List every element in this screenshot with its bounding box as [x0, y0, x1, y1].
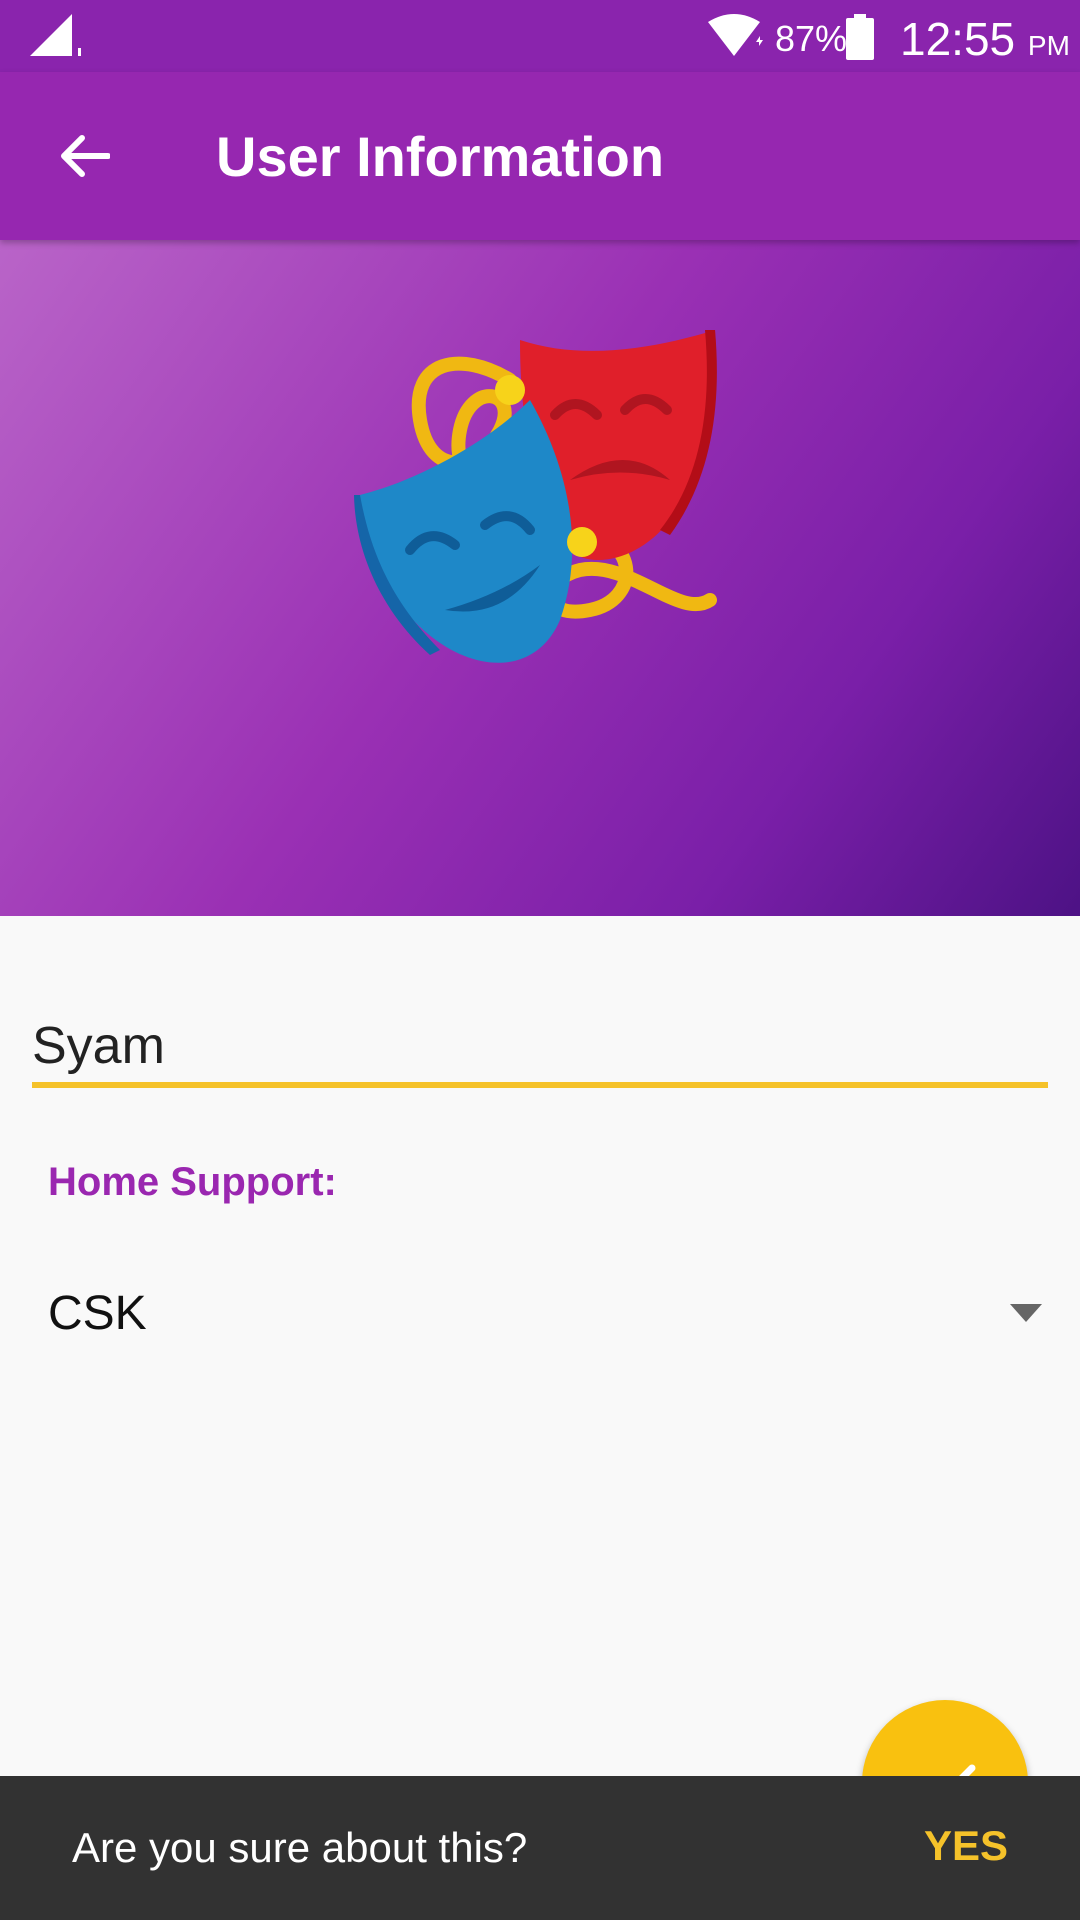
- status-bar: 87% 12:55 PM: [0, 0, 1080, 72]
- battery-icon: [846, 14, 874, 60]
- name-field-underline: [32, 1082, 1048, 1088]
- back-button[interactable]: [42, 114, 126, 198]
- home-support-dropdown[interactable]: CSK: [32, 1270, 1048, 1360]
- theater-masks-icon: [354, 330, 717, 663]
- app-bar: User Information: [0, 72, 1080, 240]
- signal-icon: [30, 14, 81, 56]
- header-banner: [0, 240, 1080, 916]
- name-field[interactable]: [32, 1006, 1048, 1086]
- dropdown-arrow-icon: [1010, 1304, 1042, 1322]
- wifi-icon: [708, 14, 763, 56]
- arrow-back-icon: [61, 135, 110, 177]
- page-title: User Information: [216, 125, 665, 188]
- snackbar-yes-button[interactable]: YES: [924, 1822, 1008, 1870]
- snackbar-message: Are you sure about this?: [72, 1824, 528, 1871]
- home-support-selected-value: CSK: [48, 1287, 147, 1340]
- name-input[interactable]: [32, 1006, 1048, 1086]
- battery-percent: 87%: [775, 18, 848, 59]
- home-support-label: Home Support:: [48, 1160, 337, 1204]
- snackbar: Are you sure about this? YES: [0, 1776, 1080, 1920]
- clock: 12:55 PM: [900, 13, 1070, 65]
